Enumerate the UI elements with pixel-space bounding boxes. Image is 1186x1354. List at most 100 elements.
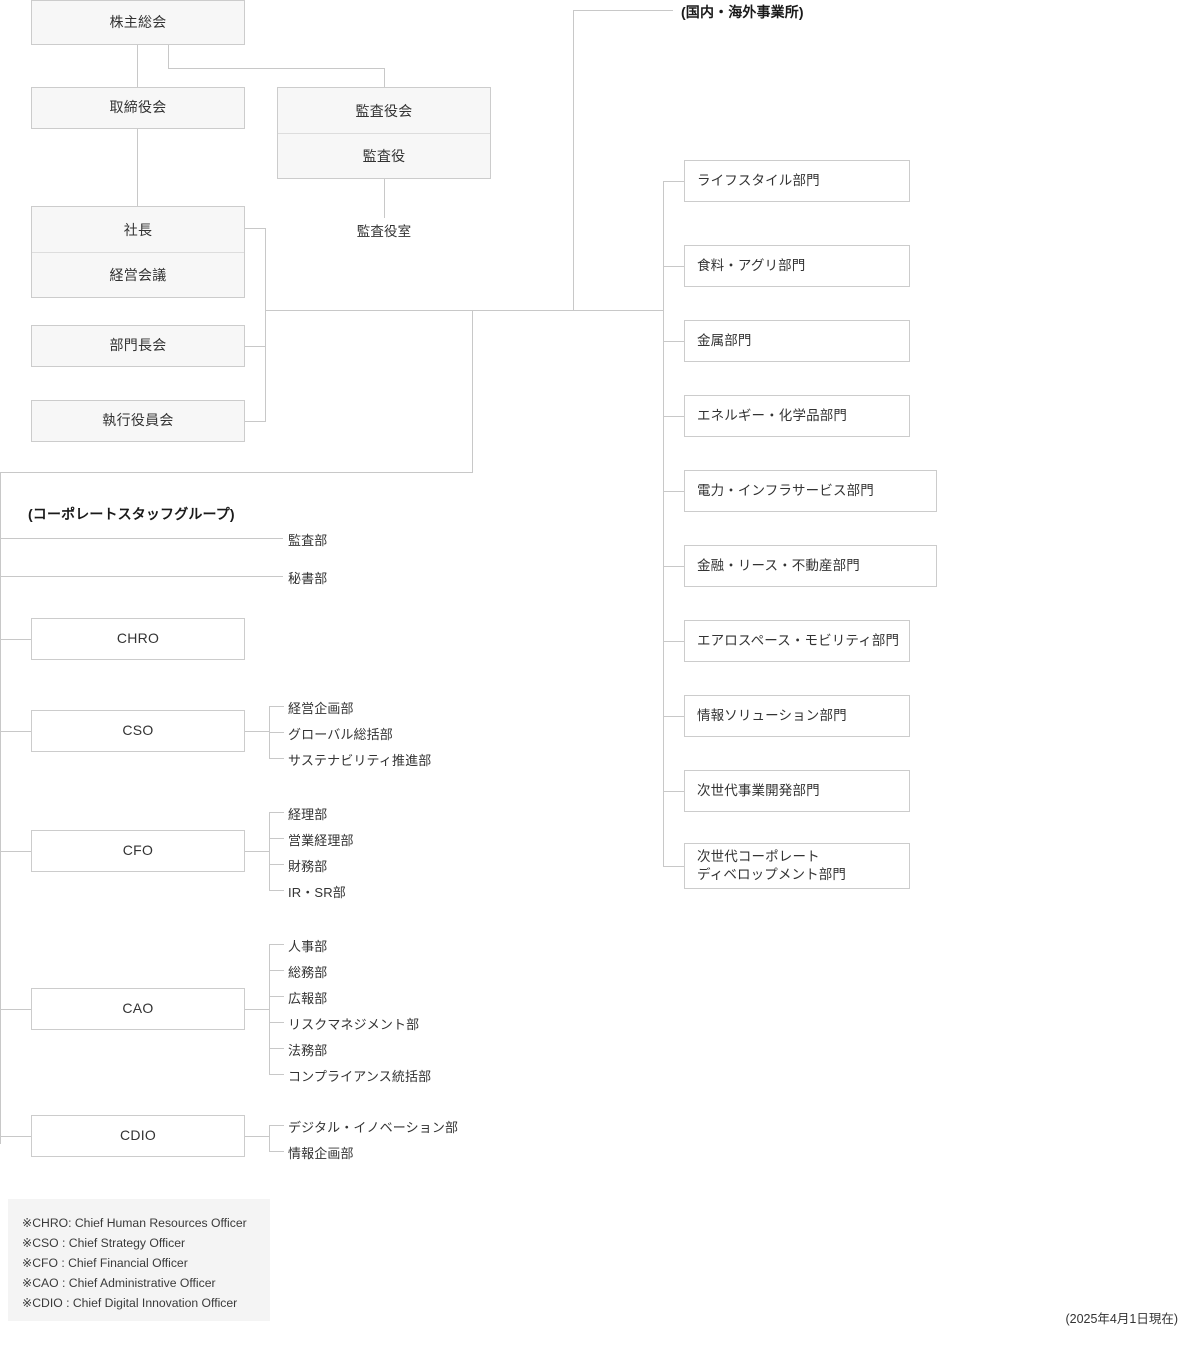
label-secretariat-dept: 秘書部 (288, 571, 328, 586)
box-president-stack[interactable]: 社長 経営会議 (31, 206, 245, 298)
as-of-date: (2025年4月1日現在) (1065, 1312, 1178, 1326)
box-division-it-solutions[interactable]: 情報ソリューション部門 (684, 695, 910, 737)
connector-cso-dept-2 (269, 758, 284, 759)
box-officer-cfo[interactable]: CFO (31, 830, 245, 872)
connector-division-8 (663, 791, 685, 792)
connector-division-6 (663, 641, 685, 642)
box-label: エネルギー・化学品部門 (697, 407, 847, 423)
box-division-next-gen-business[interactable]: 次世代事業開発部門 (684, 770, 910, 812)
box-management-meeting[interactable]: 経営会議 (32, 252, 244, 297)
label-audit-dept: 監査部 (288, 533, 328, 548)
connector-auditor-to-office (384, 174, 385, 218)
box-auditor[interactable]: 監査役 (278, 133, 490, 178)
connector-cao-out (245, 1009, 270, 1010)
box-label: CAO (122, 1000, 154, 1017)
connector-audit-board-down-in (384, 68, 385, 89)
connector-cao-dept-2 (269, 996, 284, 997)
connector-cfo-trunk (269, 812, 270, 890)
connector-cfo-out (245, 851, 270, 852)
box-officer-cao[interactable]: CAO (31, 988, 245, 1030)
box-label: 次世代事業開発部門 (697, 782, 820, 798)
connector-cfo-dept-3 (269, 890, 284, 891)
box-label-line2: ディベロップメント部門 (697, 867, 847, 882)
connector-staff-horizontal (0, 472, 473, 473)
label-cso-dept-2: サステナビリティ推進部 (288, 753, 432, 768)
label-cfo-dept-3: IR・SR部 (288, 885, 346, 900)
connector-cao-dept-4 (269, 1048, 284, 1049)
label-cdio-dept-1: 情報企画部 (288, 1146, 354, 1161)
box-division-heads-meeting[interactable]: 部門長会 (31, 325, 245, 367)
legend-panel: ※CHRO: Chief Human Resources Officer ※CS… (8, 1199, 270, 1321)
box-officer-cso[interactable]: CSO (31, 710, 245, 752)
legend-item-cdio: ※CDIO : Chief Digital Innovation Officer (22, 1296, 238, 1310)
box-division-lifestyle[interactable]: ライフスタイル部門 (684, 160, 910, 202)
connector-trunk-to-right (265, 310, 664, 311)
connector-division-1 (663, 266, 685, 267)
connector-chro-stub (0, 639, 32, 640)
connector-division-0 (663, 181, 685, 182)
box-label: 社長 (123, 221, 153, 238)
connector-cso-dept-1 (269, 732, 284, 733)
box-label: 金属部門 (697, 332, 752, 348)
box-division-next-gen-corporate-development[interactable]: 次世代コーポレート ディベロップメント部門 (684, 843, 910, 889)
box-label: 食料・アグリ部門 (697, 257, 806, 273)
connector-cdio-dept-0 (269, 1125, 284, 1126)
box-officer-cdio[interactable]: CDIO (31, 1115, 245, 1157)
connector-cdio-stub (0, 1136, 32, 1137)
connector-cao-dept-3 (269, 1022, 284, 1023)
connector-shareholders-to-audit (168, 68, 384, 69)
box-president[interactable]: 社長 (32, 207, 244, 252)
label-cao-dept-4: 法務部 (288, 1043, 328, 1058)
connector-division-heads-stub (245, 346, 266, 347)
box-label: 電力・インフラサービス部門 (697, 482, 874, 498)
label-cso-dept-0: 経営企画部 (288, 701, 354, 716)
connector-cao-trunk (269, 944, 270, 1075)
legend-item-chro: ※CHRO: Chief Human Resources Officer (22, 1216, 247, 1230)
connector-cdio-trunk (269, 1125, 270, 1151)
label-cao-dept-3: リスクマネジメント部 (288, 1017, 420, 1032)
box-division-aerospace-mobility[interactable]: エアロスペース・モビリティ部門 (684, 620, 910, 662)
label-cfo-dept-2: 財務部 (288, 859, 328, 874)
label-cfo-dept-1: 営業経理部 (288, 833, 354, 848)
connector-shareholders-branch-down (168, 45, 169, 69)
box-division-metals[interactable]: 金属部門 (684, 320, 910, 362)
box-board-of-directors[interactable]: 取締役会 (31, 87, 245, 129)
label-cao-dept-1: 総務部 (288, 965, 328, 980)
box-audit-board-stack[interactable]: 監査役会 監査役 (277, 87, 491, 179)
box-label: CDIO (119, 1127, 157, 1144)
box-label: 監査役会 (355, 102, 413, 119)
box-label: 株主総会 (109, 13, 167, 30)
connector-division-3 (663, 416, 685, 417)
connector-cdio-dept-1 (269, 1151, 284, 1152)
connector-division-7 (663, 716, 685, 717)
box-label: CSO (122, 722, 154, 739)
box-audit-board[interactable]: 監査役会 (278, 88, 490, 133)
legend-item-cao: ※CAO : Chief Administrative Officer (22, 1276, 216, 1290)
box-label: 取締役会 (109, 99, 167, 116)
connector-staff-trunk (0, 472, 1, 1144)
connector-president-trunk (265, 228, 266, 422)
connector-cfo-dept-0 (269, 812, 284, 813)
connector-divisions-trunk (663, 181, 664, 866)
connector-division-5 (663, 566, 685, 567)
box-division-finance-leasing-realestate[interactable]: 金融・リース・不動産部門 (684, 545, 937, 587)
box-division-energy-chemicals[interactable]: エネルギー・化学品部門 (684, 395, 910, 437)
connector-cao-dept-1 (269, 970, 284, 971)
connector-cso-out (245, 731, 270, 732)
connector-trunk-down-to-staff (472, 310, 473, 472)
connector-cfo-dept-1 (269, 838, 284, 839)
connector-cdio-out (245, 1136, 270, 1137)
connector-cso-dept-0 (269, 706, 284, 707)
connector-cso-stub (0, 731, 32, 732)
box-shareholders-meeting[interactable]: 株主総会 (31, 0, 245, 45)
connector-audit-dept (0, 538, 283, 539)
box-label: 監査役 (362, 148, 406, 164)
connector-cao-dept-5 (269, 1074, 284, 1075)
box-executive-officers-meeting[interactable]: 執行役員会 (31, 400, 245, 442)
label-cao-dept-2: 広報部 (288, 991, 328, 1006)
label-cao-dept-5: コンプライアンス統括部 (288, 1069, 432, 1084)
box-division-food-agri[interactable]: 食料・アグリ部門 (684, 245, 910, 287)
box-division-power-infrastructure[interactable]: 電力・インフラサービス部門 (684, 470, 937, 512)
box-officer-chro[interactable]: CHRO (31, 618, 245, 660)
box-label: CFO (122, 842, 154, 859)
